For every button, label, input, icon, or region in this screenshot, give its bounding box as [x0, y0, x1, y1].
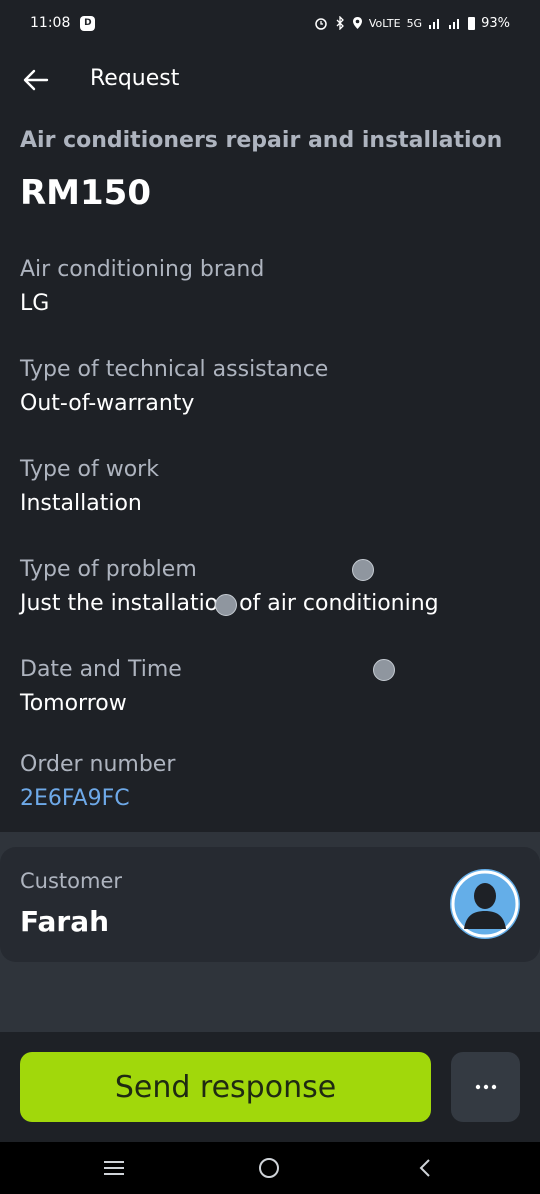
more-options-button[interactable] — [451, 1052, 520, 1122]
signal-icon-2 — [449, 19, 460, 29]
bluetooth-icon — [336, 16, 344, 30]
field-problem-type: Type of problem Just the installation of… — [20, 555, 520, 619]
arrow-left-icon — [23, 69, 49, 91]
field-work-type: Type of work Installation — [20, 455, 520, 519]
field-label: Air conditioning brand — [20, 257, 265, 282]
field-value: Out-of-warranty — [20, 391, 195, 416]
field-value: LG — [20, 291, 50, 316]
field-value: Installation — [20, 491, 142, 516]
battery-icon — [468, 16, 476, 30]
battery-level: 93% — [481, 15, 510, 31]
service-title: Air conditioners repair and installation — [20, 128, 503, 153]
recent-apps-icon — [104, 1161, 124, 1175]
field-label: Order number — [20, 752, 176, 777]
status-time: 11:08 — [30, 15, 71, 31]
request-summary: Air conditioners repair and installation… — [20, 128, 520, 213]
user-silhouette-icon — [451, 870, 519, 938]
page-title: Request — [90, 66, 180, 91]
touch-indicator-dot — [215, 594, 237, 616]
status-bar: 11:08 D VoLTE 5G 93% — [0, 0, 540, 46]
home-button[interactable] — [257, 1156, 281, 1184]
app-bar: Request — [0, 52, 540, 108]
send-response-button[interactable]: Send response — [20, 1052, 431, 1122]
field-assistance-type: Type of technical assistance Out-of-warr… — [20, 355, 520, 419]
status-right: VoLTE 5G 93% — [314, 16, 510, 31]
recent-apps-button[interactable] — [102, 1156, 126, 1184]
price: RM150 — [20, 173, 151, 213]
system-nav-bar — [0, 1142, 540, 1194]
alarm-icon — [315, 18, 327, 30]
field-label: Date and Time — [20, 657, 182, 682]
avatar[interactable] — [450, 869, 520, 939]
customer-label: Customer — [20, 869, 123, 893]
system-back-button[interactable] — [414, 1156, 438, 1184]
back-button[interactable] — [20, 64, 52, 96]
status-left: 11:08 D — [30, 15, 96, 31]
order-number-link[interactable]: 2E6FA9FC — [20, 784, 520, 814]
touch-indicator-dot — [352, 559, 374, 581]
field-brand: Air conditioning brand LG — [20, 255, 520, 319]
signal-icon — [429, 19, 440, 29]
more-horizontal-icon — [475, 1084, 496, 1090]
field-label: Type of work — [20, 457, 159, 482]
home-circle-icon — [259, 1158, 279, 1178]
network-indicator: 5G — [406, 16, 423, 30]
location-icon — [352, 17, 362, 29]
notification-badge-icon: D — [80, 15, 96, 31]
field-label: Type of problem — [20, 557, 197, 582]
field-value: Tomorrow — [20, 691, 127, 716]
field-label: Type of technical assistance — [20, 357, 329, 382]
volte-indicator: VoLTE — [368, 16, 401, 30]
bottom-actions: Send response — [0, 1032, 540, 1142]
customer-card[interactable]: Customer Farah — [0, 847, 540, 962]
field-order-number: Order number 2E6FA9FC — [20, 750, 520, 814]
touch-indicator-dot — [373, 659, 395, 681]
field-date-time: Date and Time Tomorrow — [20, 655, 520, 719]
chevron-left-icon — [419, 1159, 430, 1177]
customer-name: Farah — [20, 905, 110, 938]
field-value: Just the installation of air conditionin… — [20, 591, 439, 616]
